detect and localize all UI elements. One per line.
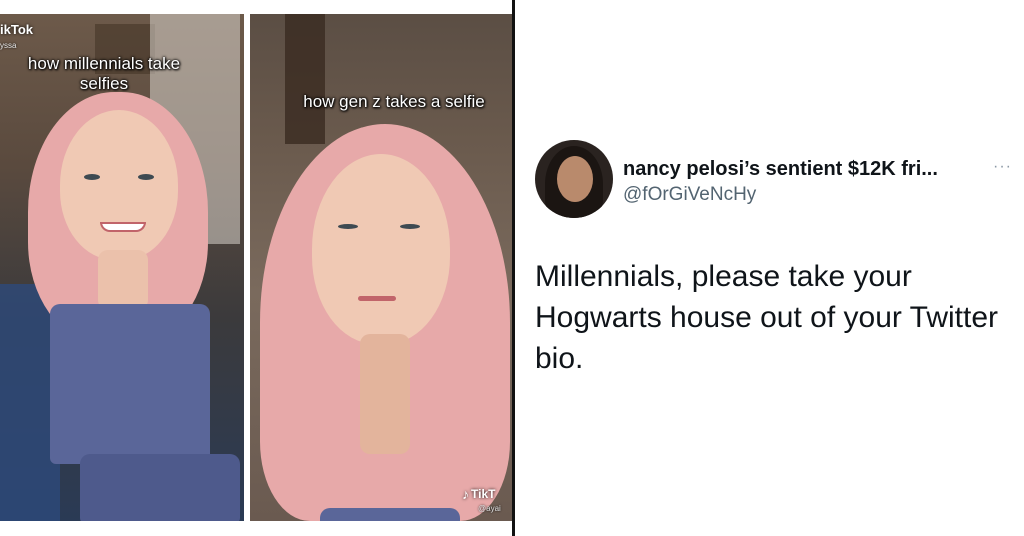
person-eye-right (400, 224, 420, 229)
tiktok-logo-text: ikTok (0, 22, 33, 37)
tiktok-watermark-handle: @ayai (478, 504, 501, 513)
tiktok-note-icon: ♪ (462, 486, 469, 502)
person-eye-left (84, 174, 100, 180)
person-bottoms (80, 454, 240, 521)
avatar[interactable] (535, 140, 613, 218)
person-top (320, 508, 460, 521)
avatar-face (557, 156, 593, 202)
user-handle[interactable]: @fOrGiVeNcHy (623, 184, 756, 206)
genz-selfie-panel: how gen z takes a selfie ♪ TikT @ayai (250, 14, 512, 521)
person-neck (360, 334, 410, 454)
person-neck (98, 250, 148, 310)
tweet-text: Millennials, please take your Hogwarts h… (535, 260, 999, 375)
millennial-selfie-panel: ikTok yssa how millennials take selfies (0, 14, 244, 521)
tiktok-watermark-text: TikT (471, 487, 496, 501)
person-smile (100, 222, 146, 232)
tweet-card: nancy pelosi’s sentient $12K fri... @fOr… (515, 0, 1024, 536)
right-caption: how gen z takes a selfie (303, 92, 485, 111)
background-frame (285, 14, 325, 144)
person-eye-right (138, 174, 154, 180)
person-face (60, 110, 178, 260)
tiktok-username: yssa (0, 41, 17, 50)
left-caption: how millennials take selfies (27, 54, 181, 93)
display-name[interactable]: nancy pelosi’s sentient $12K fri... (623, 158, 938, 181)
person-lips (358, 296, 396, 301)
tiktok-watermark: ♪ TikT (462, 486, 495, 502)
person-face (312, 154, 450, 344)
person-eye-left (338, 224, 358, 229)
more-options-icon[interactable]: ··· (993, 158, 1012, 176)
person-top (50, 304, 210, 464)
selfie-collage: ikTok yssa how millennials take selfies … (0, 0, 512, 536)
